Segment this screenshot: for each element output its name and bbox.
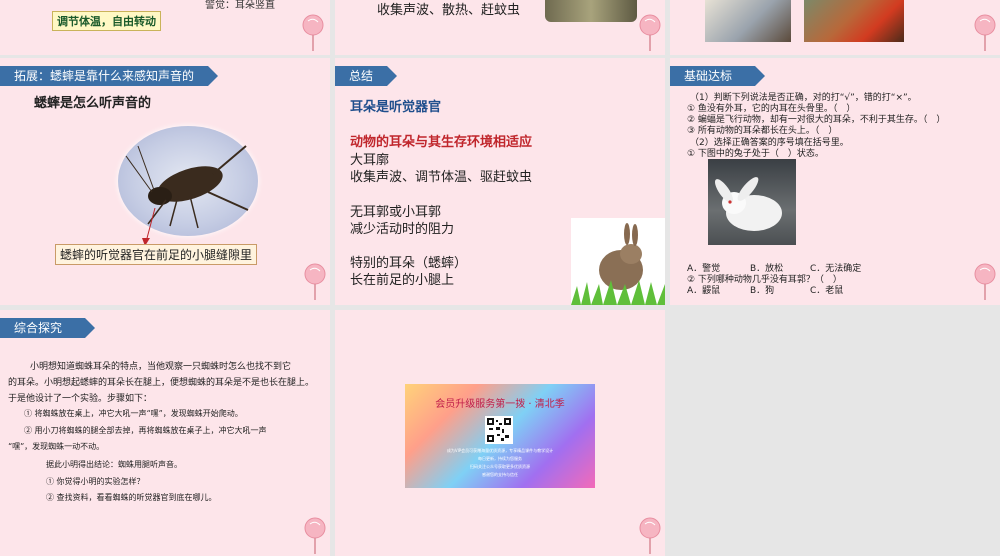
rabbit-grass-image: [571, 218, 665, 305]
qr-code-icon: [485, 416, 513, 444]
lollipop-icon: [304, 263, 326, 300]
promo-fine-print: 成为VIP会员可获赠海量优质资源，专享精品课件与教学设计: [446, 448, 554, 453]
exploration-line: ① 将蜘蛛放在桌上，冲它大吼一声“嘿”，发现蜘蛛开始爬动。: [24, 409, 243, 418]
slide-thumbnail-6[interactable]: 基础达标 （1）判断下列说法是否正确，对的打“√”，错的打“×”。 ① 鱼没有外…: [670, 58, 1000, 305]
badge-thermoregulation: 调节体温，自由转动: [52, 11, 161, 31]
option-2a: A．鼹鼠: [687, 286, 721, 296]
slide-banner: 综合探究: [0, 318, 95, 338]
option-2c: C．老鼠: [810, 286, 844, 296]
bird-photo: [705, 0, 791, 42]
exploration-line: 据此小明得出结论：蜘蛛用腿听声音。: [46, 460, 182, 469]
lollipop-icon: [304, 517, 326, 554]
rooster-photo: [804, 0, 904, 42]
exploration-line: 的耳朵。小明想起蟋蟀的耳朵长在腿上，便想蜘蛛的耳朵是不是也长在腿上。: [8, 378, 315, 388]
exploration-line: ② 用小刀将蜘蛛的腿全部去掉，再将蜘蛛放在桌子上，冲它大吼一声: [24, 426, 267, 435]
lollipop-icon: [974, 14, 996, 51]
exploration-line: 小明想知道蜘蛛耳朵的特点，当他观察一只蜘蛛时怎么也找不到它: [30, 362, 292, 372]
slide5-red: 动物的耳朵与其生存环境相适应: [350, 135, 533, 150]
slide-thumbnail-3[interactable]: [670, 0, 1000, 55]
option-2b: B．狗: [750, 286, 775, 296]
exploration-line: ① 你觉得小明的实验怎样？: [46, 477, 145, 486]
exploration-line: ② 查找资料，看看蜘蛛的听觉器官到底在哪儿。: [46, 493, 217, 502]
promo-fine-print: 扫码关注公众号获取更多优质资源: [470, 464, 530, 469]
slide-thumbnail-7[interactable]: 综合探究 小明想知道蜘蛛耳朵的特点，当他观察一只蜘蛛时怎么也找不到它 的耳朵。小…: [0, 310, 330, 556]
slide-banner: 拓展：蟋蟀是靠什么来感知声音的: [0, 66, 218, 86]
pointer-arrow: [142, 208, 156, 246]
lollipop-icon: [639, 517, 661, 554]
lollipop-icon: [974, 263, 996, 300]
exploration-line: 于是他设计了一个实验。步骤如下：: [8, 394, 153, 404]
white-rabbit-photo: [708, 159, 796, 245]
promo-fine-print: 每日更新，持续为您服务: [478, 456, 522, 461]
slide-thumbnail-4[interactable]: 拓展：蟋蟀是靠什么来感知声音的 蟋蟀是怎么听声音的 蟋蟀的听觉器官在前足的小腿缝…: [0, 58, 330, 305]
slide-thumbnail-2[interactable]: 收集声波、散热、赶蚊虫: [335, 0, 665, 55]
summary-line: 长在前足的小腿上: [350, 273, 455, 288]
slide-banner: 总结: [335, 66, 397, 86]
lollipop-icon: [302, 14, 324, 51]
summary-line: 减少活动时的阻力: [350, 222, 455, 237]
promo-card[interactable]: 会员升级服务第一拨 · 清北季 成为VIP会员可获赠海量优质资源，专享精品课件与…: [405, 384, 595, 488]
slide-banner: 基础达标: [670, 66, 765, 86]
slide1-note: 警觉：耳朵竖直: [205, 0, 275, 11]
exploration-line: “嘿”，发现蜘蛛一动不动。: [8, 442, 105, 451]
question-line: ① 下图中的兔子处于（ ）状态。: [687, 149, 824, 159]
cricket-image: [118, 126, 258, 236]
animal-photo-ears: [545, 0, 637, 22]
summary-line: 收集声波、调节体温、驱赶蚊虫: [350, 170, 533, 185]
slide4-heading: 蟋蟀是怎么听声音的: [34, 96, 152, 111]
promo-title: 会员升级服务第一拨 · 清北季: [435, 399, 565, 410]
slide-thumbnail-8[interactable]: 会员升级服务第一拨 · 清北季 成为VIP会员可获赠海量优质资源，专享精品课件与…: [335, 310, 665, 556]
promo-fine-print: 感谢您的支持与信任: [482, 472, 518, 477]
slide2-line: 收集声波、散热、赶蚊虫: [377, 3, 521, 18]
slide-thumbnail-5[interactable]: 总结 耳朵是听觉器官 动物的耳朵与其生存环境相适应 大耳廓 收集声波、调节体温、…: [335, 58, 665, 305]
lollipop-icon: [639, 14, 661, 51]
slide-thumbnail-1[interactable]: 调节体温，自由转动 警觉：耳朵竖直: [0, 0, 330, 55]
caption-box: 蟋蟀的听觉器官在前足的小腿缝隙里: [55, 244, 258, 265]
slide5-title: 耳朵是听觉器官: [350, 100, 442, 115]
